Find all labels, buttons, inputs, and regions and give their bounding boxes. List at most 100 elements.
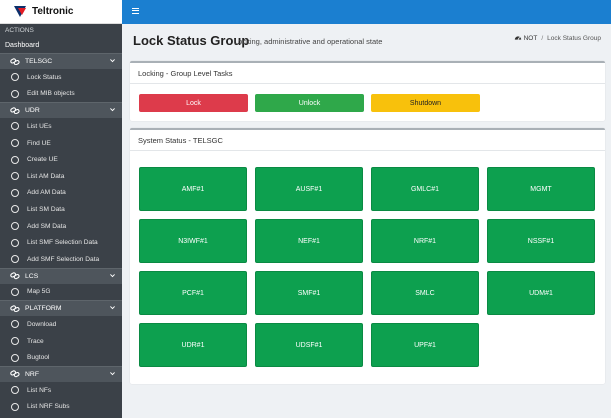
circle-icon [11, 139, 19, 148]
sidebar-item[interactable]: List NRF Subs [0, 399, 122, 416]
breadcrumb-current: Lock Status Group [547, 34, 601, 42]
circle-icon [11, 155, 19, 164]
dashboard-icon [514, 36, 521, 40]
status-tile[interactable]: MGMT [487, 167, 595, 211]
chevron-down-icon[interactable] [109, 106, 116, 113]
link-icon [10, 304, 20, 313]
status-tile[interactable]: PCF#1 [139, 271, 247, 315]
status-tile[interactable]: NSSF#1 [487, 219, 595, 263]
status-tile[interactable]: SMLC [371, 271, 479, 315]
status-tile[interactable]: GMLC#1 [371, 167, 479, 211]
brand[interactable]: Teltronic [0, 0, 122, 24]
system-status-card-title: System Status - TELSGC [130, 130, 605, 151]
circle-icon [11, 73, 19, 82]
sidebar-item-label: Bugtool [27, 354, 50, 362]
sidebar-groups: TELSGC Lock Status Edit MIB objects UDR List… [0, 53, 122, 415]
circle-icon [11, 172, 19, 181]
breadcrumb-separator: / [541, 34, 544, 42]
circle-icon [11, 89, 19, 98]
sidebar-item[interactable]: List SM Data [0, 201, 122, 218]
page-title: Lock Status Group [133, 33, 250, 48]
sidebar-item-label: List SMF Selection Data [27, 239, 98, 247]
sidebar-item-label: Add SMF Selection Data [27, 255, 100, 263]
chevron-down-icon[interactable] [109, 370, 116, 377]
sidebar-item[interactable]: Bugtool [0, 349, 122, 366]
group-tasks-buttons: Lock Unlock Shutdown [139, 94, 487, 112]
sidebar-item-label: Create UE [27, 156, 58, 164]
circle-icon [11, 353, 19, 362]
chevron-down-icon[interactable] [109, 272, 116, 279]
status-tile[interactable]: NRF#1 [371, 219, 479, 263]
sidebar-item-dashboard[interactable]: Dashboard [0, 38, 122, 53]
status-tile[interactable]: AUSF#1 [255, 167, 363, 211]
sidebar-group-label: TELSGC [25, 58, 53, 65]
group-tasks-card-title: Locking - Group Level Tasks [130, 63, 605, 84]
sidebar-item[interactable]: Map 5G [0, 284, 122, 301]
sidebar-item-label: List NFs [27, 386, 52, 394]
status-tile[interactable]: UDM#1 [487, 271, 595, 315]
sidebar-item-label: List SM Data [27, 205, 65, 213]
circle-icon [11, 287, 19, 296]
sidebar-item[interactable]: Trace [0, 333, 122, 350]
sidebar-item-label: List UEs [27, 122, 52, 130]
sidebar-item[interactable]: List UEs [0, 118, 122, 135]
breadcrumb-root[interactable]: NOT [524, 35, 538, 42]
sidebar-item[interactable]: Edit MIB objects [0, 86, 122, 103]
status-tile[interactable]: UDSF#1 [255, 323, 363, 367]
sidebar-item[interactable]: Add SMF Selection Data [0, 251, 122, 268]
status-tile[interactable]: SMF#1 [255, 271, 363, 315]
circle-icon [11, 320, 19, 329]
circle-icon [11, 205, 19, 214]
sidebar-group-nrf[interactable]: NRF [0, 365, 122, 382]
shutdown-button[interactable]: Shutdown [371, 94, 480, 112]
unlock-button[interactable]: Unlock [255, 94, 364, 112]
sidebar-item-label: Download [27, 320, 57, 328]
sidebar-group-label: LCS [25, 272, 39, 280]
status-tile[interactable]: UPF#1 [371, 323, 479, 367]
sidebar-group-lcs[interactable]: LCS [0, 267, 122, 284]
sidebar-item[interactable]: Add SM Data [0, 218, 122, 235]
sidebar-item-label: List NRF Subs [27, 403, 70, 411]
sidebar-item-label: Lock Status [27, 73, 62, 81]
circle-icon [11, 337, 19, 346]
status-tile[interactable]: NEF#1 [255, 219, 363, 263]
sidebar-item[interactable]: Add AM Data [0, 185, 122, 202]
status-tile[interactable]: N3IWF#1 [139, 219, 247, 263]
link-icon [10, 106, 20, 115]
sidebar-item[interactable]: List AM Data [0, 168, 122, 185]
sidebar-group-udr[interactable]: UDR [0, 102, 122, 119]
group-tasks-card: Locking - Group Level Tasks Lock Unlock … [130, 61, 605, 121]
sidebar-item-label: Find UE [27, 139, 51, 147]
sidebar-group-label: UDR [25, 107, 40, 115]
link-icon [10, 272, 20, 280]
circle-icon [11, 238, 19, 247]
chevron-down-icon[interactable] [109, 304, 116, 311]
sidebar-item[interactable]: Download [0, 316, 122, 333]
sidebar-group-label: PLATFORM [25, 305, 62, 313]
sidebar-group-platform[interactable]: PLATFORM [0, 300, 122, 317]
link-icon [10, 57, 20, 66]
sidebar-item[interactable]: List SMF Selection Data [0, 234, 122, 251]
status-tile[interactable]: UDR#1 [139, 323, 247, 367]
hamburger-icon[interactable] [132, 8, 139, 14]
system-status-card: System Status - TELSGC AMF#1 AUSF#1 GMLC#1… [130, 128, 605, 384]
link-icon [10, 370, 20, 378]
sidebar-item-label: Add AM Data [27, 189, 66, 197]
circle-icon [11, 188, 19, 197]
sidebar-group-telsgc[interactable]: TELSGC [0, 53, 122, 69]
sidebar-item[interactable]: List NFs [0, 382, 122, 399]
circle-icon [11, 122, 19, 131]
lock-button[interactable]: Lock [139, 94, 248, 112]
sidebar-item[interactable]: Create UE [0, 151, 122, 168]
sidebar: Teltronic ACTIONS Dashboard TELSGC Lock S… [0, 0, 122, 418]
chevron-down-icon[interactable] [109, 57, 116, 64]
sidebar-item[interactable]: Lock Status [0, 69, 122, 86]
brand-name: Teltronic [32, 6, 74, 17]
page-subtitle: Locking, administrative and operational … [234, 37, 383, 46]
sidebar-item-label: List AM Data [27, 172, 65, 180]
sidebar-item-label: Edit MIB objects [27, 90, 75, 98]
status-tile[interactable]: AMF#1 [139, 167, 247, 211]
sidebar-item[interactable]: Find UE [0, 135, 122, 152]
circle-icon [11, 222, 19, 231]
sidebar-item-label: Add SM Data [27, 222, 67, 230]
